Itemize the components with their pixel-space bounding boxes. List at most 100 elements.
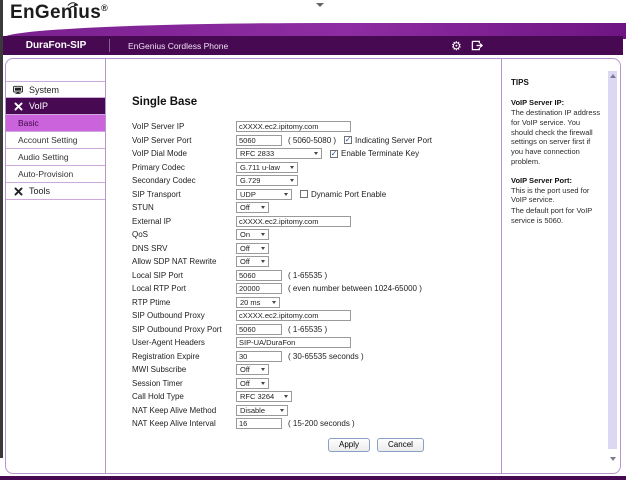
local-rtp-port-input[interactable] [236,283,282,294]
tip-heading: VoIP Server Port: [511,176,604,185]
field-hint: ( 15-200 seconds ) [288,419,355,428]
tip-section-voip-server-port: VoIP Server Port:This is the port used f… [511,176,604,226]
qos-select[interactable]: On [236,229,269,240]
field-row-voip-server-port: VoIP Server Port( 5060-5080 )✓Indicating… [132,134,501,148]
field-label: RTP Ptime [132,298,236,307]
chevron-down-icon [261,206,265,209]
tip-line: The default port for VoIP service is 506… [511,206,604,226]
field-label: MWI Subscribe [132,365,236,374]
sip-transport-select[interactable]: UDP [236,189,292,200]
allow-sdp-nat-rewrite-select[interactable]: Off [236,256,269,267]
mwi-subscribe-select[interactable]: Off [236,364,269,375]
sidebar-item-label: Audio Setting [18,152,69,162]
field-label: NAT Keep Alive Interval [132,419,236,428]
field-row-external-ip: External IP [132,215,501,229]
select-value: Off [240,365,250,374]
field-label: Local RTP Port [132,284,236,293]
sidebar-item-tools[interactable]: Tools [6,183,105,200]
chevron-down-icon [314,152,318,155]
chevron-down-icon [272,301,276,304]
field-row-dns-srv: DNS SRVOff [132,242,501,256]
field-row-call-hold-type: Call Hold TypeRFC 3264 [132,390,501,404]
sip-outbound-proxy-input[interactable] [236,310,351,321]
select-value: Off [240,203,250,212]
header-divider [109,39,110,52]
sidebar-item-audio-setting[interactable]: Audio Setting [6,149,105,166]
scroll-down-icon[interactable] [610,457,616,461]
registered-mark: ® [101,3,108,13]
tips-title: TIPS [511,78,604,87]
enable-terminate-key-checkbox[interactable]: ✓ [330,150,338,158]
tip-body: The destination IP address for VoIP serv… [511,108,604,167]
field-row-session-timer: Session TimerOff [132,377,501,391]
sidebar-item-auto-provision[interactable]: Auto-Provision [6,166,105,183]
field-hint: ( 1-65535 ) [288,271,327,280]
field-label: VoIP Dial Mode [132,149,236,158]
chevron-down-icon [261,260,265,263]
logo-text: EnGenius [10,2,101,23]
user-agent-headers-input[interactable] [236,337,351,348]
registration-expire-input[interactable] [236,351,282,362]
sidebar-item-label: System [29,85,59,95]
tips-scrollbar[interactable] [608,71,617,449]
external-ip-input[interactable] [236,216,351,227]
sidebar-item-label: Account Setting [18,135,78,145]
field-row-mwi-subscribe: MWI Subscribe Off [132,363,501,377]
tip-section-voip-server-ip: VoIP Server IP:The destination IP addres… [511,98,604,167]
nat-keep-alive-interval-input[interactable] [236,418,282,429]
logout-icon[interactable] [471,40,483,51]
checkbox-label: Enable Terminate Key [341,149,419,158]
sidebar-item-system[interactable]: System [6,81,105,98]
voip-server-ip-input[interactable] [236,121,351,132]
stun-select[interactable]: Off [236,202,269,213]
chevron-down-icon [280,409,284,412]
dynamic-port-enable-checkbox[interactable] [300,190,308,198]
select-value: Off [240,257,250,266]
sidebar-item-basic[interactable]: Basic [6,115,105,132]
field-row-user-agent-headers: User-Agent Headers [132,336,501,350]
tips-panel: TIPS VoIP Server IP:The destination IP a… [501,59,620,473]
field-label: DNS SRV [132,244,236,253]
session-timer-select[interactable]: Off [236,378,269,389]
chevron-down-icon [261,247,265,250]
monitor-icon [13,85,23,95]
sidebar-item-label: Basic [18,118,39,128]
settings-gear-icon[interactable]: ⚙ [451,40,462,52]
apply-button[interactable]: Apply [328,438,370,452]
dynamic-port-enable-checkbox-group: Dynamic Port Enable [300,190,386,199]
nat-keep-alive-method-select[interactable]: Disable [236,405,288,416]
field-row-qos: QoSOn [132,228,501,242]
field-label: Allow SDP NAT Rewrite [132,257,236,266]
local-sip-port-input[interactable] [236,270,282,281]
rtp-ptime-select[interactable]: 20 ms [236,297,280,308]
field-label: VoIP Server Port [132,136,236,145]
chevron-down-icon [290,179,294,182]
field-label: SIP Outbound Proxy Port [132,325,236,334]
field-label: User-Agent Headers [132,338,236,347]
sidebar-item-voip[interactable]: VoIP [6,98,105,115]
enable-terminate-key-checkbox-group: ✓Enable Terminate Key [330,149,419,158]
sip-outbound-proxy-port-input[interactable] [236,324,282,335]
sidebar-item-account-setting[interactable]: Account Setting [6,132,105,149]
scroll-up-icon[interactable] [610,74,616,78]
checkbox-label: Indicating Server Port [355,136,432,145]
tip-line: This is the port used for VoIP service. [511,186,604,206]
primary-codec-select[interactable]: G.711 u-law [236,162,298,173]
voip-server-port-input[interactable] [236,135,282,146]
field-label: External IP [132,217,236,226]
field-row-secondary-codec: Secondary CodecG.729 [132,174,501,188]
dns-srv-select[interactable]: Off [236,243,269,254]
call-hold-type-select[interactable]: RFC 3264 [236,391,292,402]
field-row-local-rtp-port: Local RTP Port( even number between 1024… [132,282,501,296]
cancel-button[interactable]: Cancel [377,438,424,452]
voip-dial-mode-select[interactable]: RFC 2833 [236,148,322,159]
product-name: EnGenius Cordless Phone [128,41,228,51]
select-value: RFC 2833 [240,149,274,158]
secondary-codec-select[interactable]: G.729 [236,175,298,186]
tools-icon [13,187,23,196]
chevron-down-icon [284,395,288,398]
collapse-chevron-icon[interactable] [316,3,324,7]
field-label: VoIP Server IP [132,122,236,131]
field-row-allow-sdp-nat-rewrite: Allow SDP NAT Rewrite Off [132,255,501,269]
indicating-server-port-checkbox[interactable]: ✓ [344,136,352,144]
